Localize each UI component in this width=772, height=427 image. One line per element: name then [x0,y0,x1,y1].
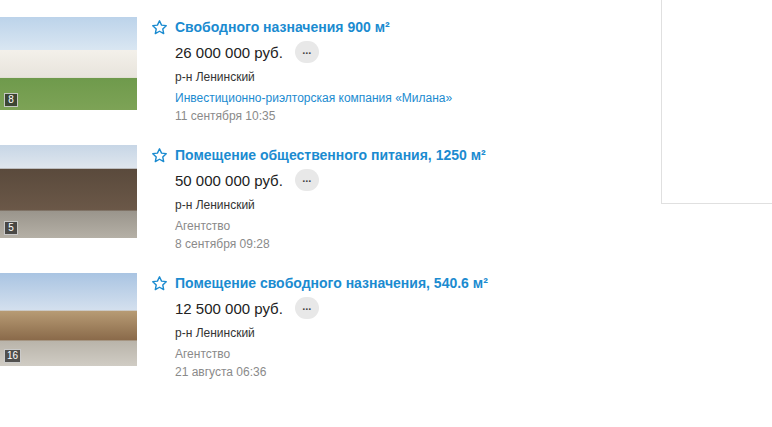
listing-price: 26 000 000 руб. [175,44,283,61]
listing-date: 21 августа 06:36 [175,364,488,380]
listing-price: 12 500 000 руб. [175,300,283,317]
side-panel [661,0,772,204]
price-row: 50 000 000 руб.... [175,168,486,192]
listing-list: 8 Свободного назначения 900 м² 26 000 000 … [0,0,661,427]
listing-title[interactable]: Свободного назначения 900 м² [175,17,452,37]
listing-date: 11 сентября 10:35 [175,108,452,124]
favorite-button[interactable] [151,145,168,165]
more-button[interactable]: ... [295,41,319,63]
listing-agency[interactable]: Инвестиционно-риэлторская компания «Мила… [175,90,452,106]
listing-agency: Агентство [175,218,486,234]
favorite-button[interactable] [151,17,168,37]
photo-count-badge: 8 [4,93,18,107]
listing-district: р-н Ленинский [175,69,452,85]
price-row: 12 500 000 руб.... [175,296,488,320]
listing-photo[interactable]: 5 [0,145,137,238]
page: 8 Свободного назначения 900 м² 26 000 000 … [0,0,772,427]
star-icon[interactable] [151,147,168,164]
listing-info: Помещение общественного питания, 1250 м²… [175,145,486,252]
listing-district: р-н Ленинский [175,325,488,341]
listing-photo[interactable]: 8 [0,17,137,110]
photo-count-badge: 5 [4,221,18,235]
listing-photo[interactable]: 16 [0,273,137,366]
listing-info: Помещение свободного назначения, 540.6 м… [175,273,488,380]
listing-agency: Агентство [175,346,488,362]
listing-district: р-н Ленинский [175,197,486,213]
star-icon[interactable] [151,275,168,292]
star-icon[interactable] [151,19,168,36]
listing-title[interactable]: Помещение свободного назначения, 540.6 м… [175,273,488,293]
favorite-button[interactable] [151,273,168,293]
listing-date: 8 сентября 09:28 [175,236,486,252]
more-button[interactable]: ... [295,169,319,191]
price-row: 26 000 000 руб.... [175,40,452,64]
listing-title[interactable]: Помещение общественного питания, 1250 м² [175,145,486,165]
listing-item: 16 Помещение свободного назначения, 540.6… [0,273,661,380]
listing-item: 8 Свободного назначения 900 м² 26 000 000 … [0,17,661,124]
more-button[interactable]: ... [295,297,319,319]
listing-info: Свободного назначения 900 м² 26 000 000 р… [175,17,452,124]
listing-price: 50 000 000 руб. [175,172,283,189]
listing-item: 5 Помещение общественного питания, 1250 м… [0,145,661,252]
photo-count-badge: 16 [4,349,21,363]
